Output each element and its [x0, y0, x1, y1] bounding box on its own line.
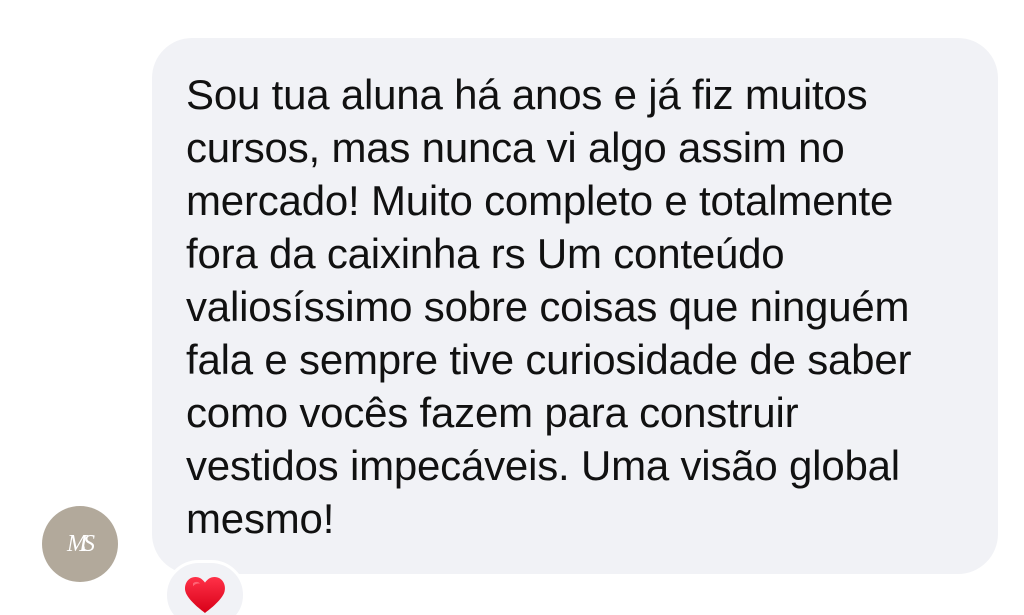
chat-message-screen: MS Sou tua aluna há anos e já fiz muitos… — [0, 0, 1024, 615]
message-line: vestidos impecáveis. Uma visão global — [186, 442, 900, 489]
avatar[interactable]: MS — [42, 506, 118, 582]
message-line: Sou tua aluna há anos e já fiz muitos — [186, 71, 868, 118]
heart-icon — [185, 577, 225, 613]
message-line: fala e sempre tive curiosidade de saber — [186, 336, 912, 383]
message-line: fora da caixinha rs Um conteúdo — [186, 230, 785, 277]
message-line: cursos, mas nunca vi algo assim no — [186, 124, 845, 171]
message-line: como vocês fazem para construir — [186, 389, 799, 436]
message-line: valiosíssimo sobre coisas que ninguém — [186, 283, 910, 330]
message-line: mercado! Muito completo e totalmente — [186, 177, 894, 224]
message-line: mesmo! — [186, 495, 335, 542]
message-text: Sou tua aluna há anos e já fiz muitos cu… — [186, 68, 976, 545]
avatar-monogram: MS — [67, 531, 95, 557]
reaction-badge[interactable] — [164, 560, 246, 615]
